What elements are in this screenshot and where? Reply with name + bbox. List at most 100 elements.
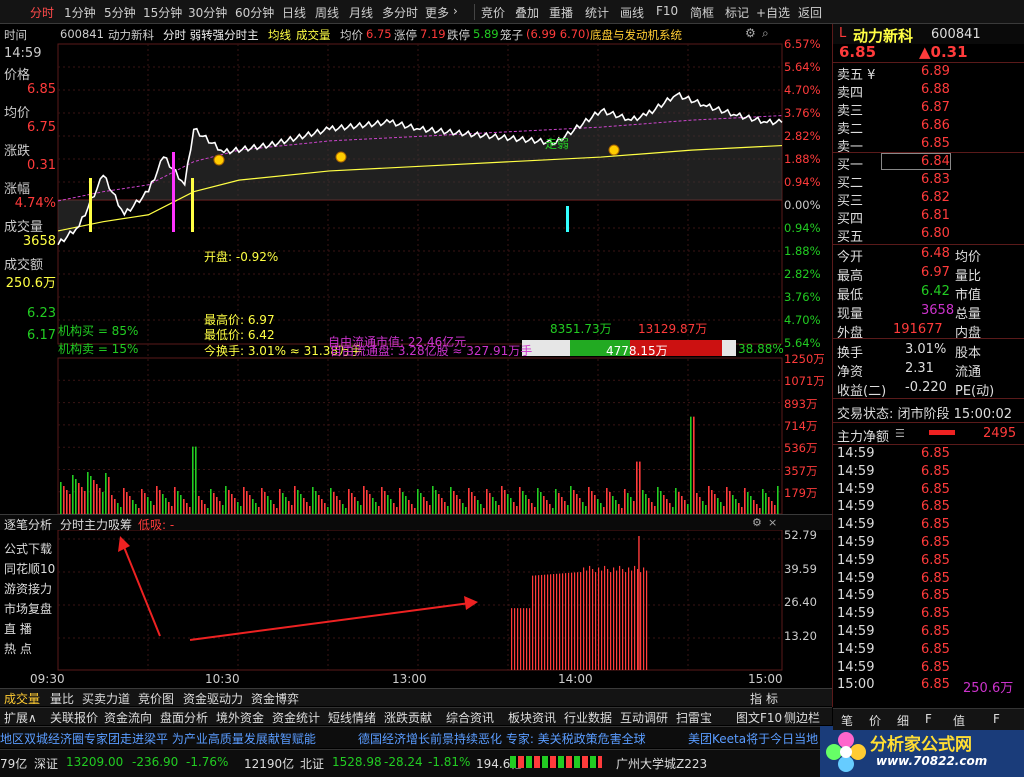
tab-news[interactable]: 综合资讯 <box>446 709 494 726</box>
volume-bar <box>225 486 227 514</box>
volume-bar <box>240 506 242 514</box>
volume-bar <box>741 507 743 514</box>
tab-auction[interactable]: 竞价图 <box>138 690 174 707</box>
volume-bar <box>534 507 536 514</box>
volume-bar <box>255 503 257 514</box>
trade-status: 交易状态: 闭市阶段 15:00:02 <box>837 407 1013 422</box>
tick-time: 14:59 <box>837 641 875 657</box>
accumulation-bar <box>613 567 615 670</box>
volume-bar <box>198 496 200 514</box>
tab-tick[interactable]: 笔 <box>841 712 853 729</box>
tick-price: 6.85 <box>921 677 950 693</box>
pct-tick: 0.94% <box>784 221 821 235</box>
volume-bar <box>126 492 128 514</box>
tab-related-quotes[interactable]: 关联报价 <box>50 709 98 726</box>
volume-bar <box>480 504 482 514</box>
sell-row[interactable]: 卖二 6.86 <box>833 118 1024 137</box>
volume-bar <box>150 501 152 514</box>
buy-row[interactable]: 买二 6.83 <box>833 172 1024 191</box>
news-item[interactable]: 美团Keeta将于今日当地 <box>688 730 818 747</box>
volume-bar <box>660 491 662 514</box>
tick-price: 6.85 <box>921 588 950 604</box>
tab-sidebar[interactable]: 侧边栏 <box>784 709 820 726</box>
tab-force[interactable]: 买卖力道 <box>82 690 130 707</box>
buy-row[interactable]: 买四 6.81 <box>833 208 1024 227</box>
sell-row[interactable]: 卖五 ¥ 6.89 <box>833 64 1024 83</box>
tab-f2[interactable]: F <box>993 712 1000 726</box>
accumulation-bar <box>571 572 573 670</box>
price-change: ▲0.31 <box>919 43 968 61</box>
news-item[interactable]: 德国经济增长前景持续恶化 专家: 美关税政策危害全球 <box>358 730 646 747</box>
sub-panel-subtitle: 低吸: - <box>138 518 175 532</box>
volume-bar <box>516 506 518 514</box>
tab-indicator-1[interactable]: 指 <box>750 690 762 707</box>
side-menu-item[interactable]: 同花顺10 <box>4 560 55 577</box>
buy-row[interactable]: 买三 6.82 <box>833 190 1024 209</box>
tab-sentiment[interactable]: 短线情绪 <box>328 709 376 726</box>
tab-capital-drive[interactable]: 资金驱动力 <box>183 690 243 707</box>
volume-bar <box>141 489 143 514</box>
tab-f10-graphic[interactable]: 图文F10 <box>736 709 782 726</box>
side-menu-item[interactable]: 市场复盘 <box>4 600 52 617</box>
side-menu-item[interactable]: 直 播 <box>4 620 32 637</box>
tab-sector-news[interactable]: 板块资讯 <box>508 709 556 726</box>
pct-tick: 1.88% <box>784 244 821 258</box>
accumulation-bar <box>616 570 618 670</box>
tab-indicator-2[interactable]: 标 <box>766 690 778 707</box>
tab-value[interactable]: 值 <box>953 712 965 729</box>
tab-foreign-capital[interactable]: 境外资金 <box>216 709 264 726</box>
sub-side-top[interactable]: 逐笔分析 <box>4 516 52 533</box>
volume-bar <box>465 507 467 514</box>
volume-bar <box>423 497 425 514</box>
tab-capital-flow[interactable]: 资金流向 <box>104 709 152 726</box>
tab-expand[interactable]: 扩展∧ <box>4 709 37 726</box>
volume-bar <box>153 505 155 514</box>
news-ticker[interactable]: 地区双城经济圈专家团走进梁平 为产业高质量发展献智赋能 德国经济增长前景持续恶化… <box>0 726 820 748</box>
list-icon[interactable]: ☰ <box>895 427 905 440</box>
tab-contribution[interactable]: 涨跌贡献 <box>384 709 432 726</box>
volume-bar <box>474 496 476 514</box>
tab-detail[interactable]: 细 <box>897 712 909 729</box>
close-icon[interactable]: × <box>768 516 777 529</box>
sell-row[interactable]: 卖三 6.87 <box>833 100 1024 119</box>
tab-interaction[interactable]: 互动调研 <box>620 709 668 726</box>
side-menu-item[interactable]: 公式下载 <box>4 540 52 557</box>
bz-value: 1528.98 <box>332 755 382 769</box>
volume-bar <box>183 499 185 514</box>
bz-change: -28.24 <box>384 755 423 769</box>
side-menu-item[interactable]: 游资接力 <box>4 580 52 597</box>
news-item[interactable]: 地区双城经济圈专家团走进梁平 为产业高质量发展献智赋能 <box>0 730 316 747</box>
stat-label-2: PE(动) <box>955 384 995 399</box>
settings-icon[interactable]: ⚙ <box>752 516 762 529</box>
accumulation-bar <box>583 567 585 670</box>
buy-label: 买五 <box>837 230 864 245</box>
volume-bar <box>417 489 419 514</box>
accumulation-bar <box>559 573 561 670</box>
volume-bar <box>633 501 635 514</box>
annotation-arrow <box>121 541 161 637</box>
pct-tick: 3.76% <box>784 290 821 304</box>
side-menu-item[interactable]: 热 点 <box>4 640 32 657</box>
volume-bar <box>459 499 461 514</box>
tab-market-analysis[interactable]: 盘面分析 <box>160 709 208 726</box>
sub-panel-title[interactable]: 分时主力吸筹 <box>60 516 132 533</box>
tab-volume-ratio[interactable]: 量比 <box>50 690 74 707</box>
volume-bar <box>405 496 407 514</box>
tab-industry-data[interactable]: 行业数据 <box>564 709 612 726</box>
tab-f[interactable]: F <box>925 712 932 726</box>
tab-price[interactable]: 价 <box>869 712 881 729</box>
tick-time: 14:59 <box>837 446 875 461</box>
tab-minesweeper[interactable]: 扫雷宝 <box>676 709 712 726</box>
volume-bar <box>753 500 755 514</box>
sell-row[interactable]: 卖四 6.88 <box>833 82 1024 101</box>
buy-row[interactable]: 买一 6.84 <box>833 154 1024 173</box>
volume-bar <box>636 461 638 514</box>
volume-bar <box>360 505 362 514</box>
tab-capital-stats[interactable]: 资金统计 <box>272 709 320 726</box>
volume-bar <box>630 497 632 514</box>
tab-volume[interactable]: 成交量 <box>4 690 40 707</box>
pct-tick: 1.88% <box>784 152 821 166</box>
buy-row[interactable]: 买五 6.80 <box>833 226 1024 245</box>
signal-bar-magenta <box>172 152 175 232</box>
tab-capital-game[interactable]: 资金博弈 <box>251 690 299 707</box>
